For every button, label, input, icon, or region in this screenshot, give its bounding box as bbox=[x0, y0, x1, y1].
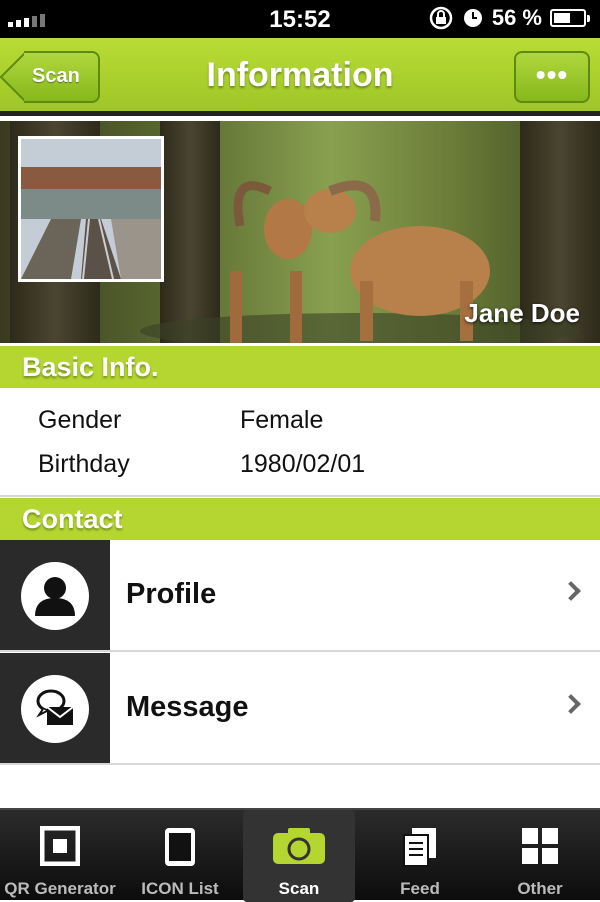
battery-icon bbox=[550, 9, 590, 27]
documents-icon bbox=[403, 828, 436, 867]
contact-item-message[interactable]: Message bbox=[0, 653, 600, 765]
info-label: Gender bbox=[38, 406, 122, 434]
camera-icon bbox=[273, 828, 325, 864]
tab-label: ICON List bbox=[141, 879, 219, 898]
contact-item-label: Message bbox=[126, 691, 249, 723]
chevron-right-icon bbox=[561, 581, 581, 601]
info-label: Birthday bbox=[38, 450, 130, 478]
phone-icon bbox=[165, 828, 195, 866]
tab-icon-list[interactable]: ICON List bbox=[120, 810, 240, 902]
contact-header: Contact bbox=[0, 498, 600, 540]
info-value: 1980/02/01 bbox=[240, 450, 366, 478]
info-value: Female bbox=[240, 406, 324, 434]
tab-feed[interactable]: Feed bbox=[360, 810, 480, 902]
contact-item-profile[interactable]: Profile bbox=[0, 540, 600, 652]
tab-scan[interactable]: Scan bbox=[243, 810, 355, 902]
cover-photo: Jane Doe bbox=[0, 121, 600, 343]
person-icon bbox=[35, 577, 75, 616]
message-icon bbox=[36, 689, 74, 725]
profile-name: Jane Doe bbox=[464, 298, 580, 328]
qr-icon bbox=[40, 826, 80, 866]
railway-station-image bbox=[21, 139, 161, 279]
tab-other[interactable]: Other bbox=[480, 810, 600, 902]
basic-info-header: Basic Info. bbox=[0, 346, 600, 388]
tab-bar: QR Generator ICON List Scan Feed Other bbox=[0, 808, 600, 902]
navigation-bar: Scan Information ••• bbox=[0, 38, 600, 116]
alarm-clock-icon bbox=[463, 9, 482, 27]
info-row-birthday: Birthday 1980/02/01 bbox=[38, 450, 365, 479]
chevron-right-icon bbox=[561, 694, 581, 714]
profile-thumbnail[interactable] bbox=[18, 136, 164, 282]
page-title: Information bbox=[206, 56, 394, 94]
tab-label: QR Generator bbox=[4, 879, 116, 898]
contact-item-label: Profile bbox=[126, 578, 217, 610]
tab-qr-generator[interactable]: QR Generator bbox=[0, 810, 120, 902]
tab-label: Feed bbox=[400, 879, 440, 898]
status-bar: 15:52 56 % bbox=[0, 0, 600, 38]
tab-label: Other bbox=[517, 879, 563, 898]
divider bbox=[0, 495, 600, 497]
tab-label: Scan bbox=[278, 879, 320, 898]
info-row-gender: Gender Female bbox=[38, 406, 323, 435]
battery-percent: 56 % bbox=[491, 5, 542, 30]
rotation-lock-icon bbox=[429, 6, 453, 30]
grid-icon bbox=[522, 828, 558, 864]
more-options-button[interactable]: ••• bbox=[514, 51, 590, 103]
